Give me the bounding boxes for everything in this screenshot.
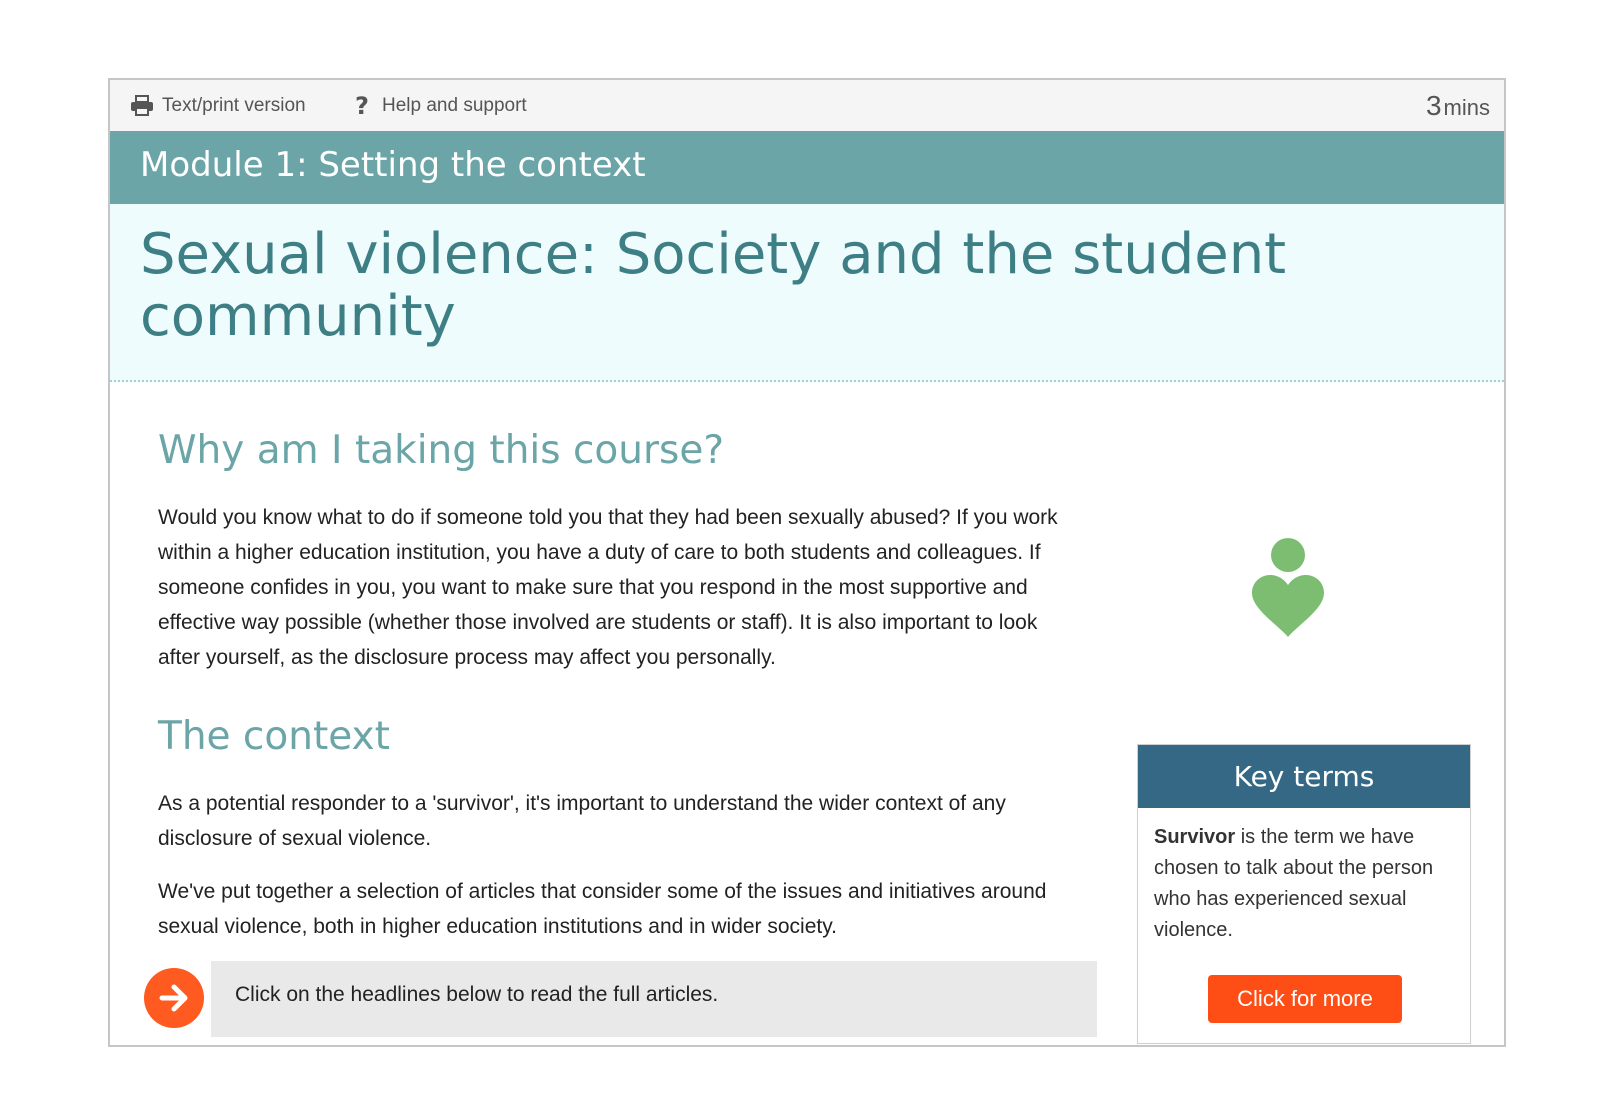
- why-paragraph: Would you know what to do if someone tol…: [158, 506, 1058, 669]
- help-support-label: Help and support: [382, 95, 527, 116]
- title-band: Sexual violence: Society and the student…: [110, 204, 1504, 382]
- key-terms-title: Key terms: [1138, 745, 1470, 808]
- key-term: Survivor: [1154, 826, 1236, 848]
- top-toolbar: Text/print version ? Help and support 3m…: [110, 80, 1504, 132]
- heart-person-icon: [1250, 537, 1330, 647]
- why-heading: Why am I taking this course?: [158, 428, 725, 473]
- printer-icon: [130, 94, 154, 118]
- duration-indicator: 3mins: [1426, 90, 1490, 122]
- help-icon: ?: [355, 92, 369, 120]
- click-for-more-button[interactable]: Click for more: [1208, 975, 1402, 1023]
- arrow-right-icon[interactable]: [144, 968, 204, 1028]
- print-version-label: Text/print version: [162, 95, 306, 116]
- key-terms-body: Survivor is the term we have chosen to t…: [1138, 808, 1470, 946]
- print-version-link[interactable]: Text/print version: [130, 94, 306, 118]
- module-title: Module 1: Setting the context: [140, 145, 646, 185]
- context-paragraph-2: We've put together a selection of articl…: [158, 880, 1047, 938]
- course-frame: Text/print version ? Help and support 3m…: [108, 78, 1506, 1047]
- duration-unit: mins: [1443, 95, 1490, 120]
- duration-value: 3: [1425, 90, 1442, 121]
- cta-text: Click on the headlines below to read the…: [235, 983, 719, 1006]
- cta-box: Click on the headlines below to read the…: [211, 961, 1097, 1037]
- context-heading: The context: [158, 714, 390, 759]
- context-paragraph-1: As a potential responder to a 'survivor'…: [158, 792, 1006, 850]
- key-terms-panel: Key terms Survivor is the term we have c…: [1137, 744, 1471, 1044]
- page-title: Sexual violence: Society and the student…: [140, 222, 1287, 349]
- module-bar: Module 1: Setting the context: [110, 131, 1504, 204]
- help-support-link[interactable]: ? Help and support: [350, 92, 527, 120]
